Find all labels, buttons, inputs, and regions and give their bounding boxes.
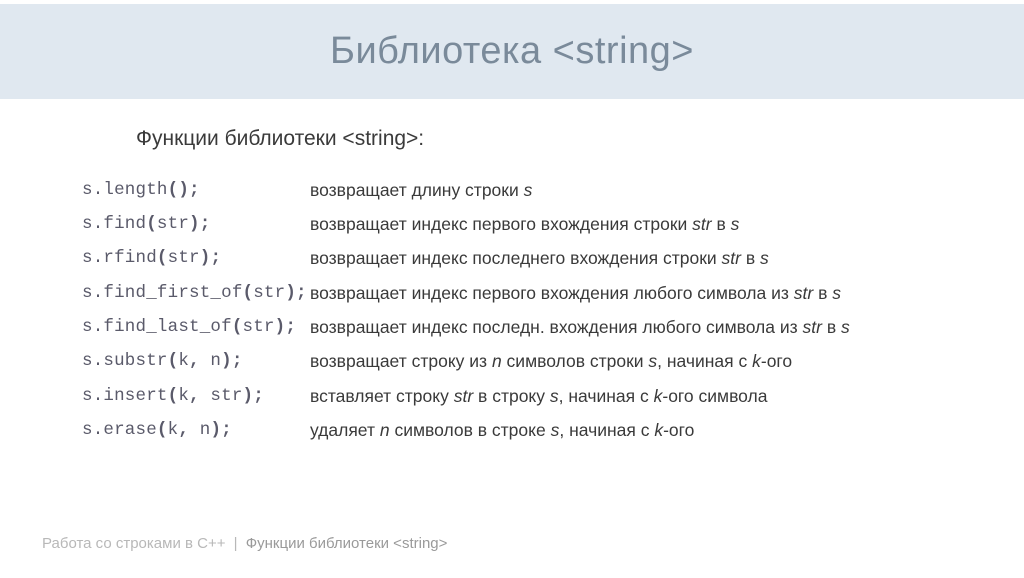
desc-cell: возвращает индекс последн. вхождения люб…	[310, 311, 850, 345]
table-row: s.rfind(str);возвращает индекс последнег…	[82, 242, 850, 276]
table-row: s.find_last_of(str);возвращает индекс по…	[82, 311, 850, 345]
table-row: s.erase(k, n);удаляет n символов в строк…	[82, 414, 850, 448]
desc-cell: удаляет n символов в строке s, начиная с…	[310, 414, 850, 448]
table-row: s.length();возвращает длину строки s	[82, 173, 850, 207]
code-cell: s.rfind(str);	[82, 242, 310, 276]
table-row: s.find(str);возвращает индекс первого вх…	[82, 207, 850, 241]
code-cell: s.length();	[82, 173, 310, 207]
page-title: Библиотека <string>	[330, 30, 694, 73]
title-band: Библиотека <string>	[0, 4, 1024, 99]
footer-part1: Работа со строками в C++	[42, 535, 225, 552]
code-cell: s.insert(k, str);	[82, 379, 310, 413]
code-cell: s.find(str);	[82, 207, 310, 241]
table-row: s.substr(k, n);возвращает строку из n си…	[82, 345, 850, 379]
code-cell: s.find_last_of(str);	[82, 311, 310, 345]
desc-cell: возвращает длину строки s	[310, 173, 850, 207]
functions-table: s.length();возвращает длину строки ss.fi…	[82, 173, 850, 448]
footer: Работа со строками в C++ | Функции библи…	[42, 535, 447, 552]
code-cell: s.substr(k, n);	[82, 345, 310, 379]
desc-cell: возвращает индекс первого вхождения любо…	[310, 276, 850, 310]
table-row: s.find_first_of(str);возвращает индекс п…	[82, 276, 850, 310]
footer-part2: Функции библиотеки <string>	[246, 535, 448, 552]
code-cell: s.erase(k, n);	[82, 414, 310, 448]
footer-separator: |	[234, 535, 238, 552]
desc-cell: возвращает строку из n символов строки s…	[310, 345, 850, 379]
desc-cell: возвращает индекс первого вхождения стро…	[310, 207, 850, 241]
desc-cell: вставляет строку str в строку s, начиная…	[310, 379, 850, 413]
subtitle: Функции библиотеки <string>:	[136, 127, 1024, 151]
table-row: s.insert(k, str);вставляет строку str в …	[82, 379, 850, 413]
code-cell: s.find_first_of(str);	[82, 276, 310, 310]
desc-cell: возвращает индекс последнего вхождения с…	[310, 242, 850, 276]
